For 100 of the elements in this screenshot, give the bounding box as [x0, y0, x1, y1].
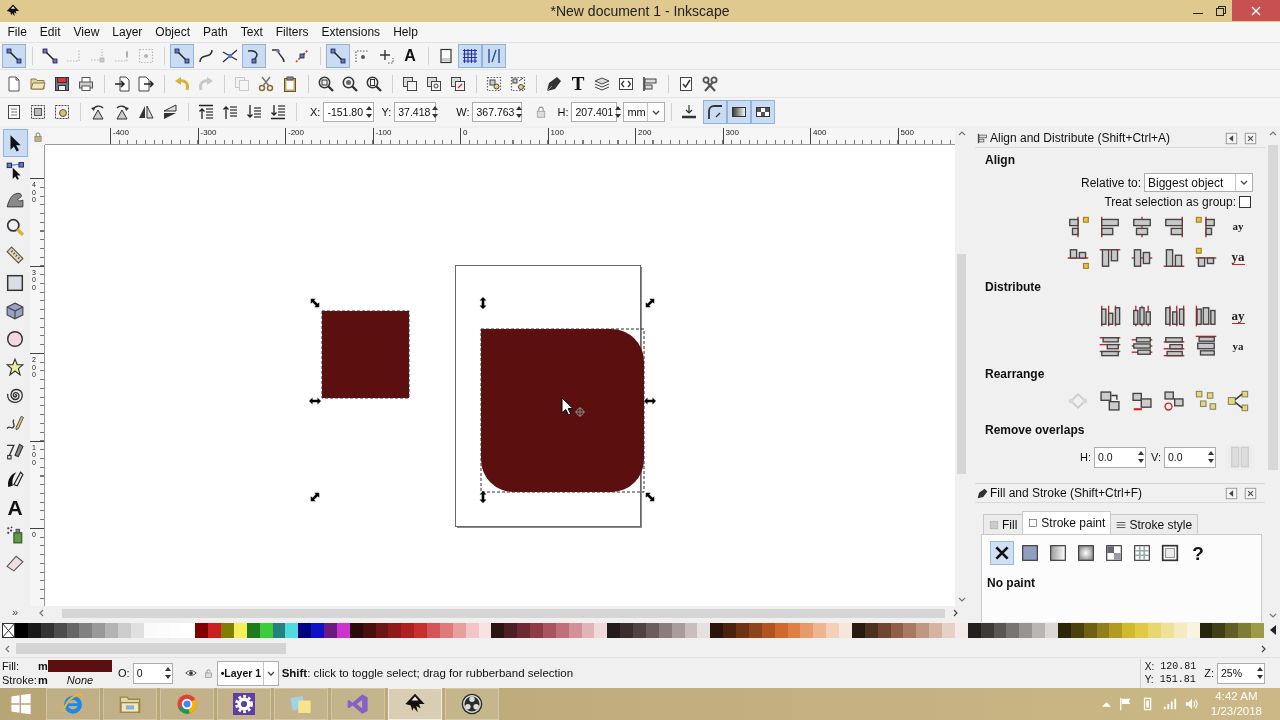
spinner-arrows-icon[interactable] [1208, 451, 1214, 463]
swatch-icon[interactable] [324, 623, 337, 638]
scale-handle[interactable] [310, 298, 320, 308]
tab[interactable]: Stroke style [1110, 514, 1199, 534]
rounded-square-shape[interactable] [480, 328, 645, 493]
toggle-button[interactable] [326, 44, 350, 68]
scale-handle[interactable] [479, 297, 487, 309]
scale-handle[interactable] [645, 492, 655, 502]
spinner-arrows-icon[interactable] [366, 106, 373, 118]
tab[interactable]: Fill [983, 514, 1024, 534]
collapse-button[interactable] [1225, 486, 1238, 500]
swatch-icon[interactable] [208, 623, 221, 638]
swatch-icon[interactable] [517, 623, 530, 638]
caret-up-icon[interactable] [957, 131, 966, 136]
menu-item[interactable]: Extensions [314, 22, 387, 42]
align-button[interactable]: ay [1224, 212, 1252, 241]
scale-handle[interactable] [310, 492, 320, 502]
swatch-icon[interactable] [1045, 623, 1058, 638]
spinner-arrows-icon[interactable] [1257, 667, 1263, 679]
toggle-button[interactable] [482, 44, 506, 68]
eye-icon[interactable] [184, 670, 197, 676]
swatch-icon[interactable] [79, 623, 93, 638]
toggle-button[interactable] [727, 100, 752, 124]
tool-button[interactable] [2, 129, 28, 157]
swatch-icon[interactable] [1006, 623, 1020, 638]
swatch-icon[interactable] [813, 623, 827, 638]
caret-down-icon[interactable] [957, 597, 966, 602]
swatch-icon[interactable] [1135, 623, 1148, 638]
swatch-icon[interactable] [620, 623, 633, 638]
taskbar-button[interactable] [445, 688, 499, 720]
menu-item[interactable]: Layer [105, 22, 149, 42]
swatch-icon[interactable] [723, 623, 736, 638]
swatch-icon[interactable] [903, 623, 917, 638]
paint-type-button[interactable]: ? [1186, 541, 1210, 565]
unit-dropdown[interactable]: mm [623, 102, 666, 122]
scale-handle[interactable] [644, 397, 656, 405]
swatch-icon[interactable] [285, 623, 299, 638]
caret-left-icon[interactable] [5, 644, 10, 653]
caret-right-icon[interactable] [1261, 644, 1266, 653]
swatch-icon[interactable] [916, 623, 930, 638]
number-field[interactable]: 207.401 [571, 102, 618, 122]
rotation-center-icon[interactable] [574, 406, 586, 418]
menu-item[interactable]: Path [196, 22, 235, 42]
collapse-button[interactable] [1225, 131, 1238, 145]
swatch-icon[interactable] [633, 623, 646, 638]
swatch-icon[interactable] [1238, 623, 1251, 638]
paint-type-button[interactable] [990, 541, 1014, 565]
scale-handle[interactable] [645, 298, 655, 308]
number-field[interactable]: 367.763 [472, 102, 523, 122]
swatch-icon[interactable] [1251, 623, 1264, 638]
tab[interactable]: Stroke paint [1022, 511, 1112, 534]
number-field[interactable]: 37.418 [394, 102, 437, 122]
swatch-icon[interactable] [1212, 623, 1226, 638]
scale-handle[interactable] [479, 491, 487, 503]
swatch-icon[interactable] [1019, 623, 1033, 638]
distribute-button[interactable]: ya [1224, 332, 1252, 360]
swatch-icon[interactable] [1148, 623, 1161, 638]
spinner-arrows-icon[interactable] [516, 106, 523, 118]
toggle-button[interactable] [751, 100, 776, 124]
triangle-left-icon[interactable] [1269, 625, 1276, 635]
menu-item[interactable]: Text [234, 22, 270, 42]
swatch-icon[interactable] [15, 623, 28, 638]
scrollbar-thumb[interactable] [957, 254, 966, 474]
cross-swatch-icon[interactable] [2, 623, 15, 638]
checkbox[interactable] [1239, 196, 1251, 208]
opacity-field[interactable]: 0 [132, 662, 173, 684]
menu-item[interactable]: Help [386, 22, 425, 42]
taskbar-button[interactable] [217, 688, 271, 720]
spinner-arrows-icon[interactable] [615, 106, 622, 118]
menu-item[interactable]: Object [148, 22, 197, 42]
lock-icon[interactable] [32, 131, 43, 142]
swatch-icon[interactable] [800, 623, 814, 638]
toggle-button[interactable] [458, 44, 482, 68]
swatch-icon[interactable] [530, 623, 543, 638]
swatch-icon[interactable] [710, 623, 724, 638]
swatch-icon[interactable] [401, 623, 415, 638]
caret-right-icon[interactable] [953, 609, 958, 617]
scrollbar-thumb[interactable] [1267, 145, 1278, 470]
taskbar-button[interactable] [388, 688, 442, 720]
swatch-icon[interactable] [105, 623, 118, 638]
spinner-arrows-icon[interactable] [164, 667, 171, 679]
fill-swatch-icon[interactable] [48, 660, 112, 672]
menu-item[interactable]: View [67, 22, 106, 42]
swatch-icon[interactable] [607, 623, 621, 638]
swatch-icon[interactable] [311, 623, 324, 638]
swatch-icon[interactable] [491, 623, 505, 638]
layer-dropdown[interactable]: •Layer 1 [216, 660, 279, 686]
lock-icon[interactable] [535, 106, 548, 118]
scrollbar-thumb[interactable] [16, 643, 286, 654]
number-field[interactable]: 0.0 [1164, 446, 1216, 468]
swatch-icon[interactable] [594, 623, 608, 638]
swatch-icon[interactable] [1122, 623, 1136, 638]
swatch-icon[interactable] [118, 623, 131, 638]
swatch-icon[interactable] [1225, 623, 1239, 638]
swatch-icon[interactable] [1109, 623, 1123, 638]
caret-left-icon[interactable] [39, 609, 44, 617]
toggle-button[interactable] [170, 44, 194, 68]
relative-to-dropdown[interactable]: Biggest object [1144, 173, 1253, 192]
close-button[interactable] [1244, 131, 1257, 145]
align-button[interactable]: ya [1224, 243, 1252, 272]
